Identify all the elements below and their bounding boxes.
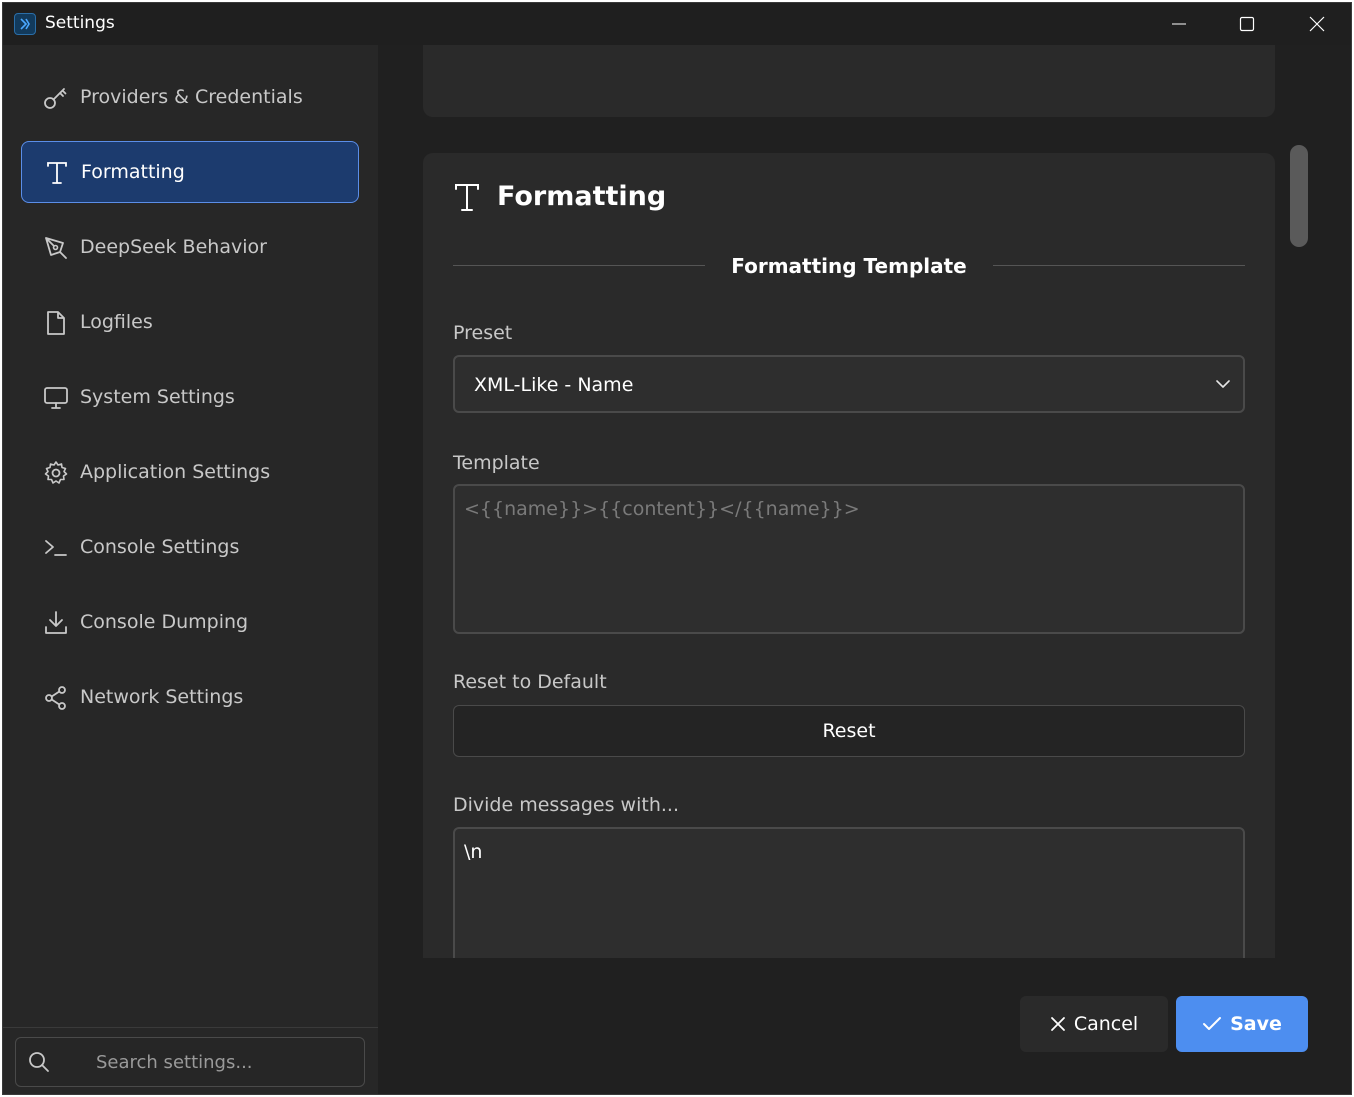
search-icon (29, 1052, 49, 1072)
formatting-card: Formatting Formatting Template Preset XM… (423, 153, 1275, 958)
settings-window: Settings Providers & Credentials Formatt… (2, 2, 1352, 1095)
monitor-icon (44, 387, 68, 409)
divide-messages-value: \n (464, 841, 483, 863)
cancel-button[interactable]: Cancel (1020, 996, 1168, 1052)
terminal-icon (45, 540, 67, 556)
sidebar-item-application-settings[interactable]: Application Settings (21, 442, 359, 504)
sidebar-item-label: DeepSeek Behavior (80, 236, 267, 258)
template-textarea[interactable]: <{{name}}>{{content}}</{{name}}> (453, 484, 1245, 634)
key-icon (44, 88, 67, 109)
content-area[interactable]: Formatting Formatting Template Preset XM… (378, 45, 1351, 1094)
check-icon (1203, 1017, 1222, 1030)
cancel-label: Cancel (1073, 1013, 1139, 1035)
window-title: Settings (45, 13, 115, 33)
chevron-down-icon (1216, 380, 1230, 388)
maximize-icon (1239, 16, 1255, 32)
preset-value: XML-Like - Name (474, 374, 634, 396)
reset-to-default-label: Reset to Default (453, 671, 607, 693)
gear-icon (44, 461, 68, 484)
previous-card (423, 45, 1275, 117)
section-title: Formatting Template (731, 254, 967, 278)
sidebar-item-logfiles[interactable]: Logfiles (21, 292, 359, 354)
sidebar-item-label: Console Dumping (80, 611, 249, 633)
sidebar-item-label: Network Settings (80, 686, 244, 708)
download-icon (45, 611, 67, 634)
text-format-icon (455, 184, 479, 211)
sidebar-item-formatting[interactable]: Formatting (21, 141, 359, 203)
close-button[interactable] (1283, 3, 1351, 45)
sidebar-item-label: System Settings (80, 386, 235, 408)
divide-messages-label: Divide messages with... (453, 794, 679, 816)
minimize-icon (1172, 23, 1186, 25)
close-icon (1309, 16, 1325, 32)
divide-messages-textarea[interactable]: \n (453, 827, 1245, 958)
sidebar-item-label: Console Settings (80, 536, 240, 558)
template-placeholder: <{{name}}>{{content}}</{{name}}> (464, 498, 860, 520)
scrollbar-thumb[interactable] (1290, 145, 1308, 247)
search-box[interactable] (15, 1037, 365, 1087)
save-button[interactable]: Save (1176, 996, 1308, 1052)
sidebar-item-label: Providers & Credentials (80, 86, 303, 108)
preset-select[interactable]: XML-Like - Name (453, 355, 1245, 413)
share-icon (45, 686, 66, 710)
text-format-icon (47, 162, 67, 184)
minimize-button[interactable] (1145, 3, 1213, 45)
app-logo-icon (14, 13, 36, 35)
search-input[interactable] (96, 1048, 346, 1076)
sidebar-item-label: Application Settings (80, 461, 271, 483)
section-divider-right (993, 265, 1245, 266)
title-bar[interactable]: Settings (3, 3, 1351, 45)
section-divider-left (453, 265, 705, 266)
sidebar-item-console-settings[interactable]: Console Settings (21, 517, 359, 579)
sidebar: Providers & Credentials Formatting DeepS… (3, 45, 378, 1094)
template-label: Template (453, 452, 540, 474)
file-icon (47, 311, 65, 335)
pen-tool-icon (45, 237, 67, 259)
sidebar-item-network-settings[interactable]: Network Settings (21, 667, 359, 729)
maximize-button[interactable] (1213, 3, 1281, 45)
preset-label: Preset (453, 322, 513, 344)
sidebar-item-label: Logfiles (80, 311, 153, 333)
reset-button[interactable]: Reset (453, 705, 1245, 757)
sidebar-item-providers-credentials[interactable]: Providers & Credentials (21, 67, 359, 129)
card-title: Formatting (497, 181, 667, 212)
sidebar-item-console-dumping[interactable]: Console Dumping (21, 592, 359, 654)
sidebar-item-system-settings[interactable]: System Settings (21, 367, 359, 429)
close-icon (1050, 1017, 1065, 1031)
save-label: Save (1230, 1013, 1282, 1035)
sidebar-item-label: Formatting (81, 161, 185, 183)
sidebar-divider (3, 1027, 378, 1028)
sidebar-item-deepseek-behavior[interactable]: DeepSeek Behavior (21, 217, 359, 279)
